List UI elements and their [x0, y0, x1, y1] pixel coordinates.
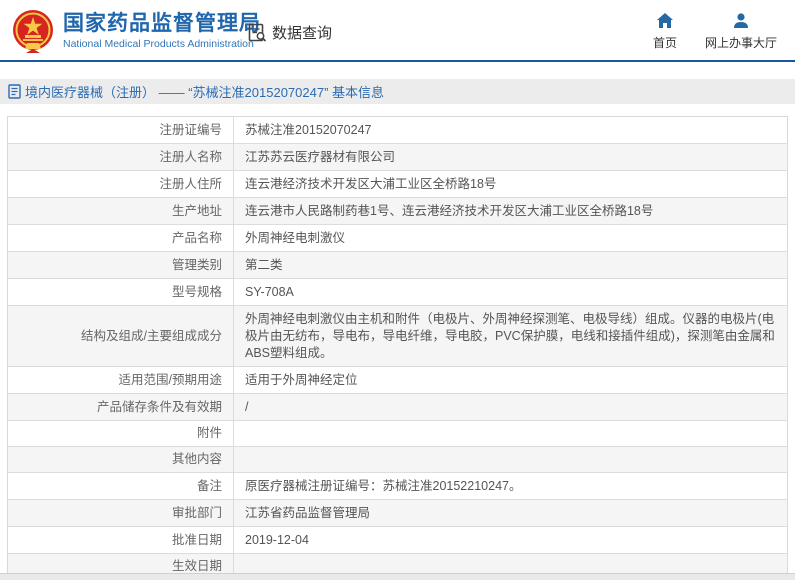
row-label: 型号规格	[8, 279, 234, 305]
row-label: 附件	[8, 421, 234, 446]
row-label: 管理类别	[8, 252, 234, 278]
table-row: 结构及组成/主要组成成分 外周神经电刺激仪由主机和附件（电极片、外周神经探测笔、电…	[8, 306, 787, 367]
data-query-label: 数据查询	[272, 25, 333, 42]
row-value: 外周神经电刺激仪由主机和附件（电极片、外周神经探测笔、电极导线）组成。仪器的电极…	[245, 312, 775, 360]
person-icon	[733, 13, 748, 28]
breadcrumb-text: 境内医疗器械（注册） —— “苏械注准20152070247” 基本信息	[25, 85, 385, 100]
table-row: 注册人名称 江苏苏云医疗器材有限公司	[8, 144, 787, 171]
row-label: 备注	[8, 473, 234, 499]
row-label-text: 型号规格	[171, 284, 222, 299]
breadcrumb: 境内医疗器械（注册） —— “苏械注准20152070247” 基本信息	[0, 79, 795, 104]
row-label: 其他内容	[8, 447, 234, 472]
table-row: 产品储存条件及有效期 /	[8, 394, 787, 421]
row-value: 2019-12-04	[245, 533, 309, 547]
header: 国家药品监督管理局 National Medical Products Admi…	[0, 0, 795, 62]
data-query-tab[interactable]: 数据查询	[248, 22, 332, 43]
table-row: 型号规格 SY-708A	[8, 279, 787, 306]
row-label-text: 其他内容	[171, 452, 222, 466]
table-row: 产品名称 外周神经电刺激仪	[8, 225, 787, 252]
national-emblem-icon	[13, 10, 53, 53]
row-value: 连云港经济技术开发区大浦工业区全桥路18号	[245, 177, 497, 191]
row-label: 结构及组成/主要组成成分	[8, 306, 234, 366]
row-label-text: 管理类别	[171, 257, 222, 272]
row-value: 苏械注准20152070247	[245, 123, 372, 137]
row-label: 产品储存条件及有效期	[8, 394, 234, 420]
agency-title-block: 国家药品监督管理局 National Medical Products Admi…	[63, 11, 261, 51]
table-row: 适用范围/预期用途 适用于外周神经定位	[8, 367, 787, 394]
row-value: /	[245, 400, 249, 414]
row-label-text: 备注	[196, 478, 222, 493]
table-row: 审批部门 江苏省药品监督管理局	[8, 500, 787, 527]
row-label: 注册证编号	[8, 117, 234, 143]
table-row: 其他内容	[8, 447, 787, 473]
row-label-text: 产品名称	[171, 230, 222, 245]
row-label-text: 注册人住所	[159, 176, 222, 191]
row-value: 外周神经电刺激仪	[245, 231, 346, 245]
table-row: 生产地址 连云港市人民路制药巷1号、连云港经济技术开发区大浦工业区全桥路18号	[8, 198, 787, 225]
home-icon	[656, 13, 673, 28]
header-nav: 首页 网上办事大厅	[653, 12, 777, 51]
row-label-text: 注册人名称	[159, 149, 222, 164]
row-label: 生产地址	[8, 198, 234, 224]
row-label: 注册人住所	[8, 171, 234, 197]
table-row: 批准日期 2019-12-04	[8, 527, 787, 554]
row-value: 江苏省药品监督管理局	[245, 506, 371, 520]
table-row: 注册人住所 连云港经济技术开发区大浦工业区全桥路18号	[8, 171, 787, 198]
row-label-text: 批准日期	[171, 532, 222, 547]
row-label: 产品名称	[8, 225, 234, 251]
registration-info-table: 注册证编号 苏械注准20152070247 注册人名称 江苏苏云医疗器材有限公司 注册人…	[7, 116, 788, 580]
footer-strip	[0, 573, 795, 580]
agency-subtitle: National Medical Products Administration	[63, 38, 254, 50]
row-value: SY-708A	[245, 285, 294, 299]
row-label-text: 注册证编号	[159, 122, 222, 137]
row-label: 适用范围/预期用途	[8, 367, 234, 393]
row-value: 原医疗器械注册证编号：苏械注准20152210247。	[245, 479, 522, 493]
nav-online-service-hall[interactable]: 网上办事大厅	[705, 12, 777, 51]
table-row: 管理类别 第二类	[8, 252, 787, 279]
row-value: 连云港市人民路制药巷1号、连云港经济技术开发区大浦工业区全桥路18号	[245, 204, 654, 218]
nav-home-label: 首页	[652, 36, 677, 50]
row-value: 第二类	[245, 258, 283, 272]
agency-title: 国家药品监督管理局	[63, 12, 261, 35]
row-label-text: 适用范围/预期用途	[118, 372, 222, 387]
row-label: 审批部门	[8, 500, 234, 526]
row-label-text: 产品储存条件及有效期	[96, 399, 222, 414]
row-value: 江苏苏云医疗器材有限公司	[245, 150, 396, 164]
row-label: 注册人名称	[8, 144, 234, 170]
row-label-text: 生产地址	[171, 203, 222, 218]
row-label-text: 结构及组成/主要组成成分	[81, 328, 222, 343]
nmpa-logo: 国家药品监督管理局 National Medical Products Admi…	[12, 9, 261, 53]
row-value	[234, 447, 787, 472]
table-row: 附件	[8, 421, 787, 447]
row-label-text: 附件	[196, 426, 222, 440]
document-icon	[8, 84, 21, 99]
table-row: 注册证编号 苏械注准20152070247	[8, 117, 787, 144]
nav-home[interactable]: 首页	[653, 12, 677, 51]
nav-online-service-hall-label: 网上办事大厅	[704, 36, 777, 50]
row-label: 批准日期	[8, 527, 234, 553]
row-value: 适用于外周神经定位	[245, 373, 358, 387]
data-query-icon	[248, 23, 267, 42]
row-label-text: 审批部门	[171, 505, 222, 520]
row-value	[234, 421, 787, 446]
table-row: 备注 原医疗器械注册证编号：苏械注准20152210247。	[8, 473, 787, 500]
